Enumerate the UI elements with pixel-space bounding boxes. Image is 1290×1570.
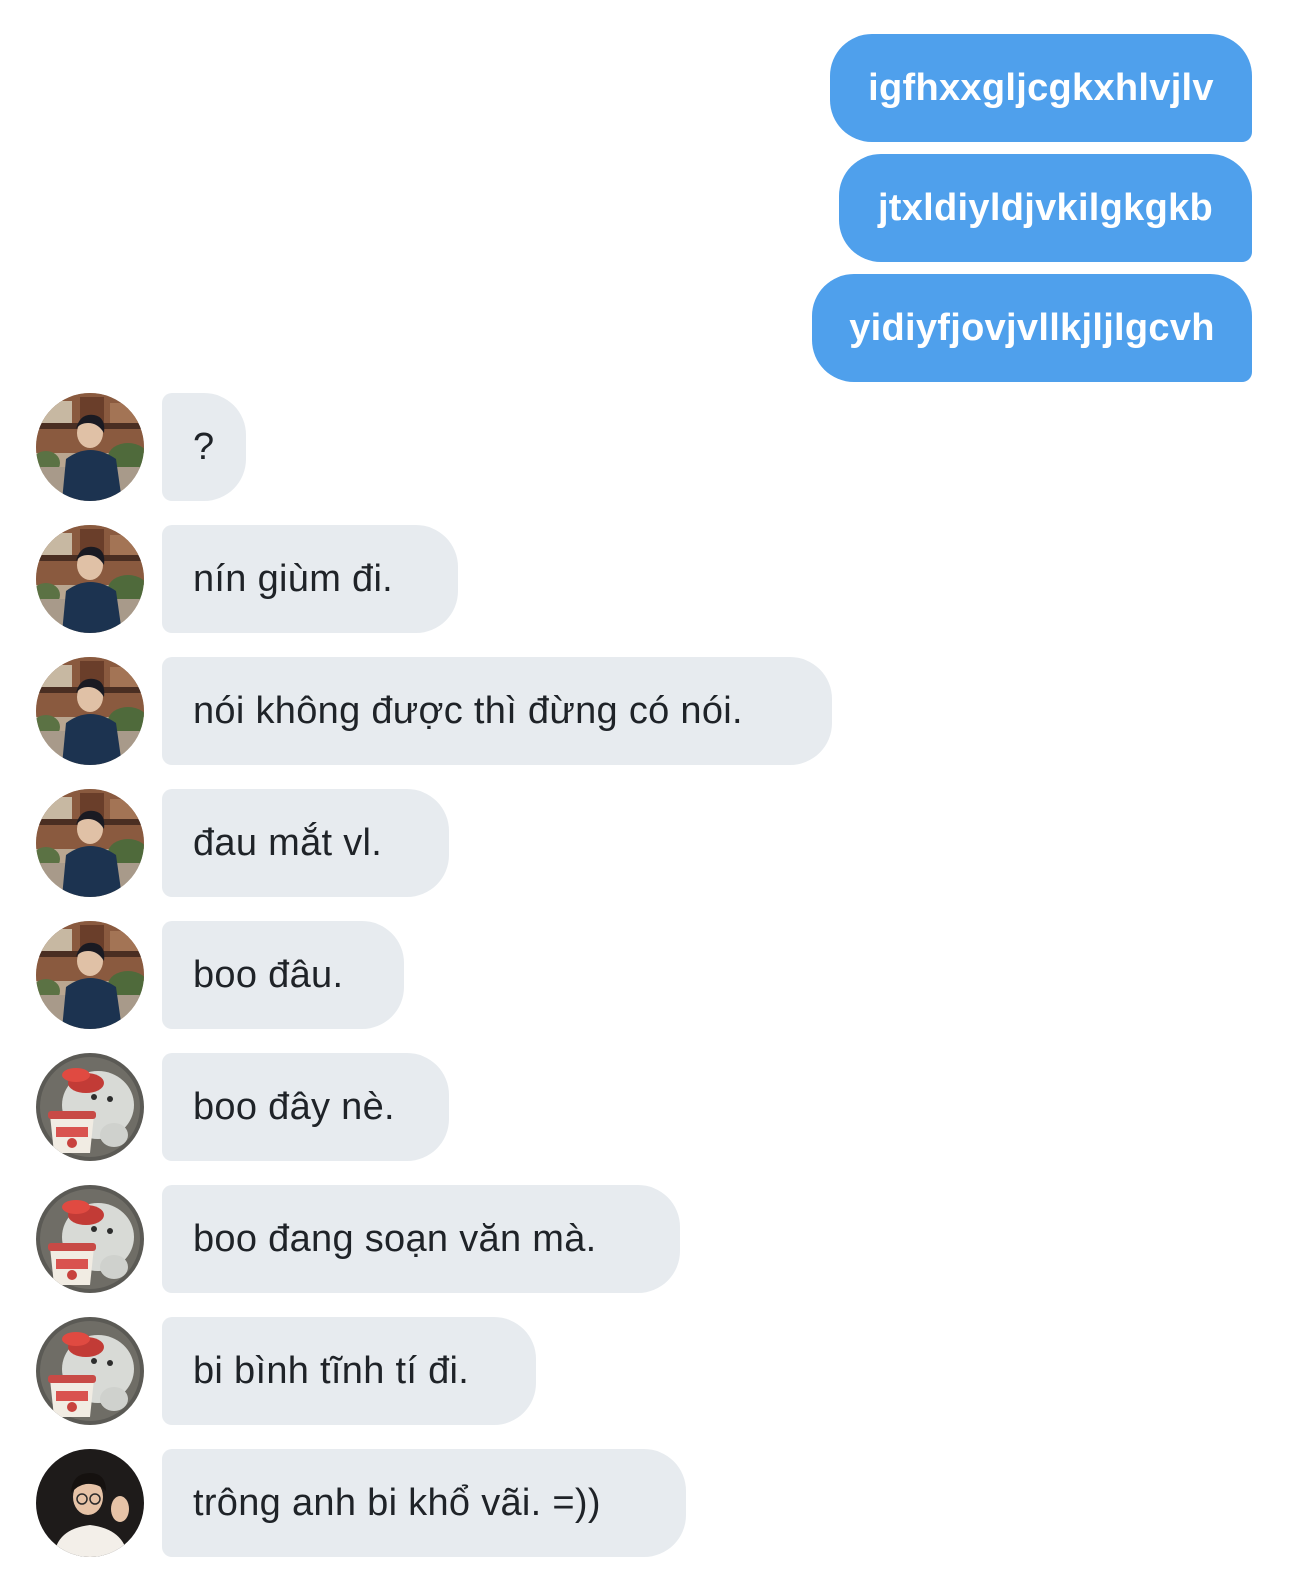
person-portrait-avatar[interactable]	[36, 1449, 144, 1557]
message-row-received: đau mắt vl.	[0, 789, 1290, 897]
cartoon-bear-avatar[interactable]	[36, 1053, 144, 1161]
received-message-bubble[interactable]: đau mắt vl.	[162, 789, 449, 897]
received-message-bubble[interactable]: nói không được thì đừng có nói.	[162, 657, 832, 765]
message-row-received: nói không được thì đừng có nói.	[0, 657, 1290, 765]
message-row-received: boo đang soạn văn mà.	[0, 1185, 1290, 1293]
cartoon-bear-avatar[interactable]	[36, 1185, 144, 1293]
received-message-bubble[interactable]: bi bình tĩnh tí đi.	[162, 1317, 536, 1425]
person-street-avatar[interactable]	[36, 921, 144, 1029]
received-message-bubble[interactable]: boo đây nè.	[162, 1053, 449, 1161]
message-row-received: boo đâu.	[0, 921, 1290, 1029]
message-row-sent: jtxldiyldjvkilgkgkb	[0, 154, 1290, 262]
message-row-received: bi bình tĩnh tí đi.	[0, 1317, 1290, 1425]
message-row-sent: yidiyfjovjvllkjljlgcvh	[0, 274, 1290, 382]
cartoon-bear-avatar[interactable]	[36, 1317, 144, 1425]
received-message-bubble[interactable]: nín giùm đi.	[162, 525, 458, 633]
sent-message-bubble[interactable]: igfhxxgljcgkxhlvjlv	[830, 34, 1252, 142]
sent-message-bubble[interactable]: yidiyfjovjvllkjljlgcvh	[812, 274, 1252, 382]
message-row-received: boo đây nè.	[0, 1053, 1290, 1161]
person-street-avatar[interactable]	[36, 393, 144, 501]
message-row-received: ?	[0, 393, 1290, 501]
message-row-received: trông anh bi khổ vãi. =))	[0, 1449, 1290, 1557]
person-street-avatar[interactable]	[36, 657, 144, 765]
person-street-avatar[interactable]	[36, 525, 144, 633]
received-message-bubble[interactable]: ?	[162, 393, 246, 501]
sent-message-bubble[interactable]: jtxldiyldjvkilgkgkb	[839, 154, 1252, 262]
received-message-bubble[interactable]: boo đâu.	[162, 921, 404, 1029]
received-message-bubble[interactable]: trông anh bi khổ vãi. =))	[162, 1449, 686, 1557]
received-message-bubble[interactable]: boo đang soạn văn mà.	[162, 1185, 680, 1293]
message-row-sent: igfhxxgljcgkxhlvjlv	[0, 34, 1290, 142]
person-street-avatar[interactable]	[36, 789, 144, 897]
message-row-received: nín giùm đi.	[0, 525, 1290, 633]
